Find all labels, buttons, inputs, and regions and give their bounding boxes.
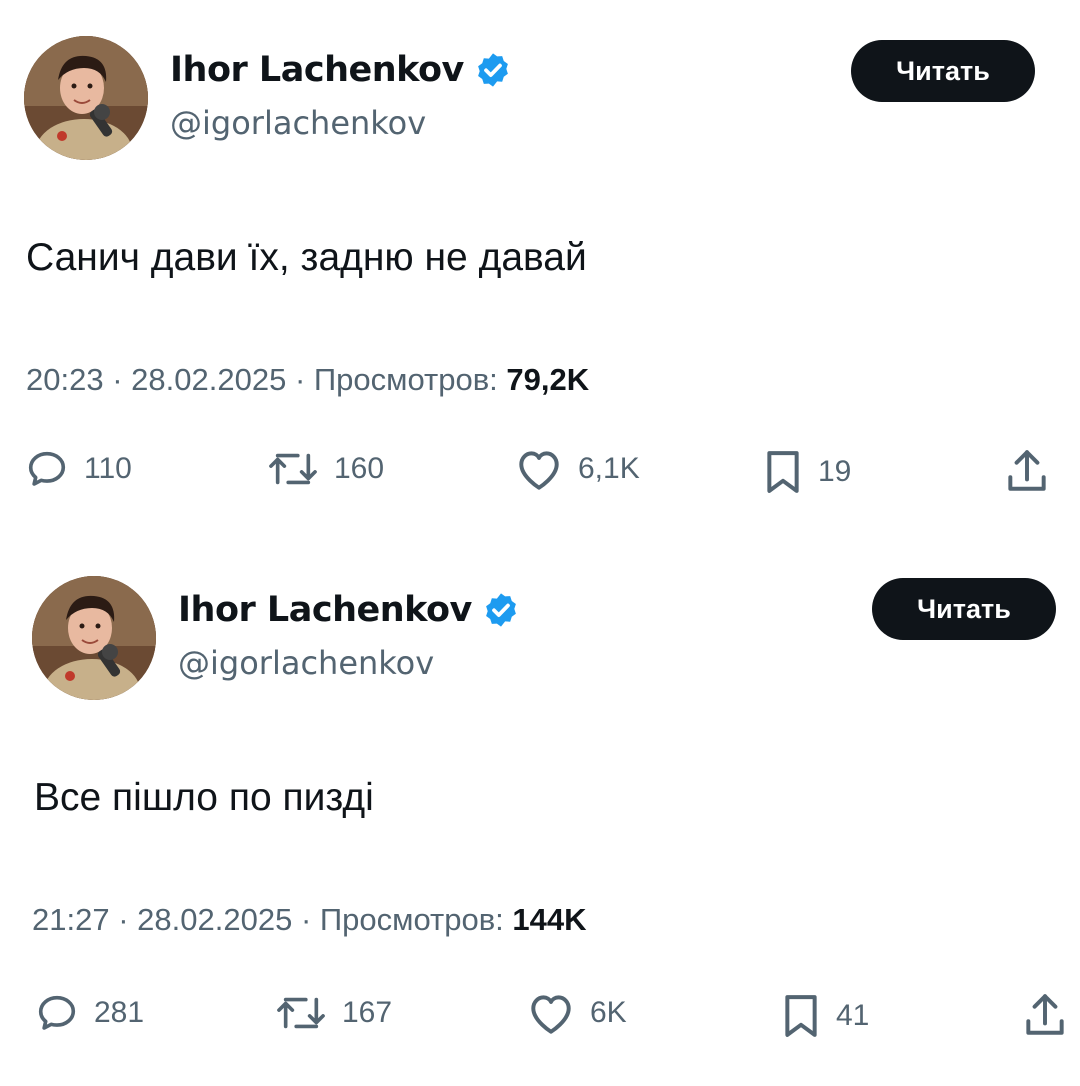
meta-separator: · (300, 902, 312, 937)
like-count: 6K (590, 996, 627, 1029)
verified-badge-icon (477, 53, 508, 87)
views-label: Просмотров: (319, 902, 504, 937)
tweet-time[interactable]: 20:23 (26, 362, 104, 397)
tweet-meta: 21:27 · 28.02.2025 · Просмотров: 144K (32, 902, 587, 938)
like-icon (519, 451, 559, 490)
tweet-date[interactable]: 28.02.2025 (131, 362, 286, 397)
share-button[interactable] (1022, 990, 1068, 1040)
reply-count: 281 (94, 996, 145, 1029)
views-count: 79,2K (506, 362, 590, 397)
reply-icon (28, 451, 66, 486)
reply-count: 110 (84, 452, 132, 485)
verified-badge-icon (485, 593, 516, 627)
bookmark-button[interactable]: 41 (780, 990, 869, 1042)
reply-button[interactable]: 281 (34, 990, 144, 1036)
author-display-name[interactable]: Ihor Lachenkov (178, 590, 472, 630)
tweet-date[interactable]: 28.02.2025 (137, 902, 292, 937)
share-icon (1026, 994, 1064, 1035)
bookmark-icon (767, 451, 799, 493)
views-label: Просмотров: (313, 362, 498, 397)
meta-separator: · (294, 362, 306, 397)
meta-separator: · (112, 362, 123, 397)
tweet-text: Санич дави їх, задню не давай (26, 236, 587, 279)
tweet: Ihor Lachenkov @igorlachenkov Читать Все… (0, 540, 1080, 1086)
retweet-icon (269, 453, 317, 485)
author-handle[interactable]: @igorlachenkov (170, 104, 426, 142)
avatar[interactable] (24, 36, 148, 160)
reply-button[interactable]: 110 (24, 446, 132, 492)
retweet-icon (277, 997, 325, 1029)
avatar-image (24, 36, 148, 160)
meta-separator: · (118, 902, 129, 937)
author-display-name[interactable]: Ihor Lachenkov (170, 50, 464, 90)
follow-button[interactable]: Читать (851, 40, 1035, 102)
like-button[interactable]: 6K (526, 990, 627, 1036)
follow-button[interactable]: Читать (872, 578, 1056, 640)
retweet-button[interactable]: 160 (266, 446, 384, 492)
tweet: Ihor Lachenkov @igorlachenkov Читать Сан… (0, 0, 1080, 540)
avatar[interactable] (32, 576, 156, 700)
author-handle[interactable]: @igorlachenkov (178, 644, 434, 682)
like-count: 6,1K (578, 452, 640, 485)
reply-icon (38, 995, 76, 1030)
avatar-image (32, 576, 156, 700)
bookmark-icon (785, 995, 817, 1037)
author-name-row: Ihor Lachenkov (170, 50, 512, 90)
tweet-text: Все пішло по пизді (34, 776, 374, 819)
retweet-count: 160 (334, 452, 385, 485)
bookmark-count: 41 (836, 999, 870, 1032)
retweet-count: 167 (342, 996, 393, 1029)
bookmark-button[interactable]: 19 (762, 446, 851, 498)
like-button[interactable]: 6,1K (514, 446, 640, 492)
tweet-meta: 20:23 · 28.02.2025 · Просмотров: 79,2K (26, 362, 589, 398)
views-count: 144K (512, 902, 587, 937)
share-button[interactable] (1004, 446, 1050, 496)
tweet-time[interactable]: 21:27 (32, 902, 110, 937)
bookmark-count: 19 (818, 455, 852, 488)
share-icon (1008, 450, 1046, 491)
like-icon (531, 995, 571, 1034)
retweet-button[interactable]: 167 (274, 990, 392, 1036)
author-name-row: Ihor Lachenkov (178, 590, 520, 630)
